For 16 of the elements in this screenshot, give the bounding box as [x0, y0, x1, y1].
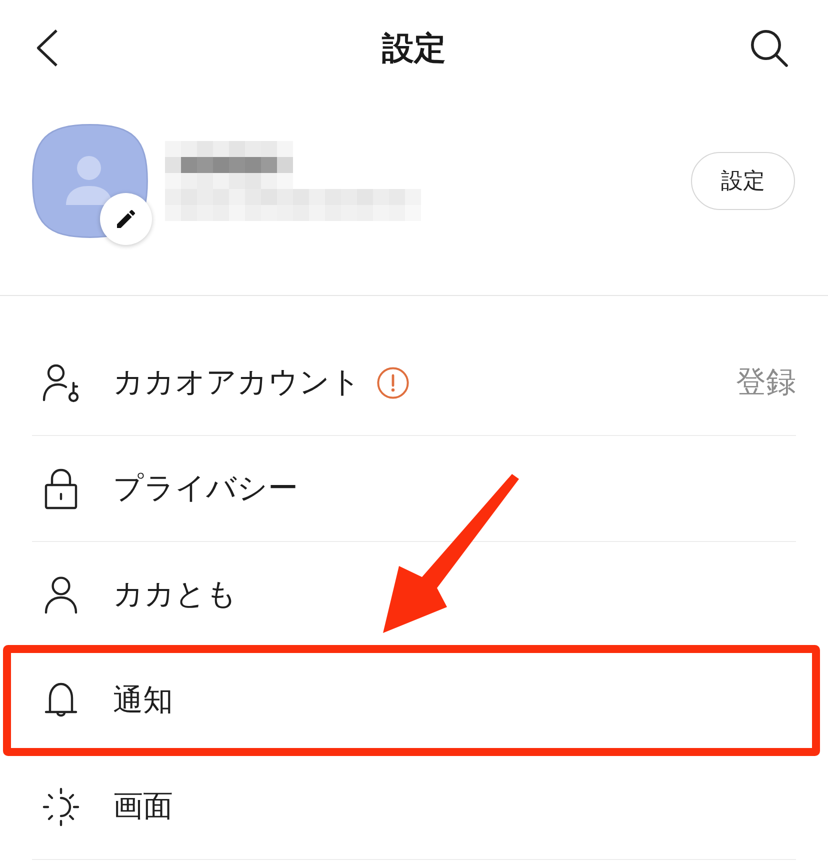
- menu-item-value: 登録: [736, 368, 796, 398]
- menu-item-label[interactable]: カカオアカウント: [113, 368, 361, 398]
- menu-item-label[interactable]: プライバシー: [113, 474, 298, 504]
- profile-settings-button[interactable]: 設定: [691, 152, 795, 210]
- menu-item-label[interactable]: カカとも: [113, 580, 237, 610]
- page-title: 設定: [382, 32, 446, 64]
- menu-item-label[interactable]: 通知: [113, 686, 173, 716]
- person-key-icon: [42, 362, 80, 402]
- search-icon[interactable]: [750, 29, 788, 67]
- edit-pencil-icon[interactable]: [100, 192, 152, 244]
- brightness-icon: [42, 786, 80, 826]
- back-icon[interactable]: [36, 29, 58, 67]
- bell-icon: [44, 682, 78, 720]
- person-icon: [44, 576, 78, 614]
- lock-icon: [44, 468, 78, 510]
- menu-item-label[interactable]: 画面: [113, 792, 173, 822]
